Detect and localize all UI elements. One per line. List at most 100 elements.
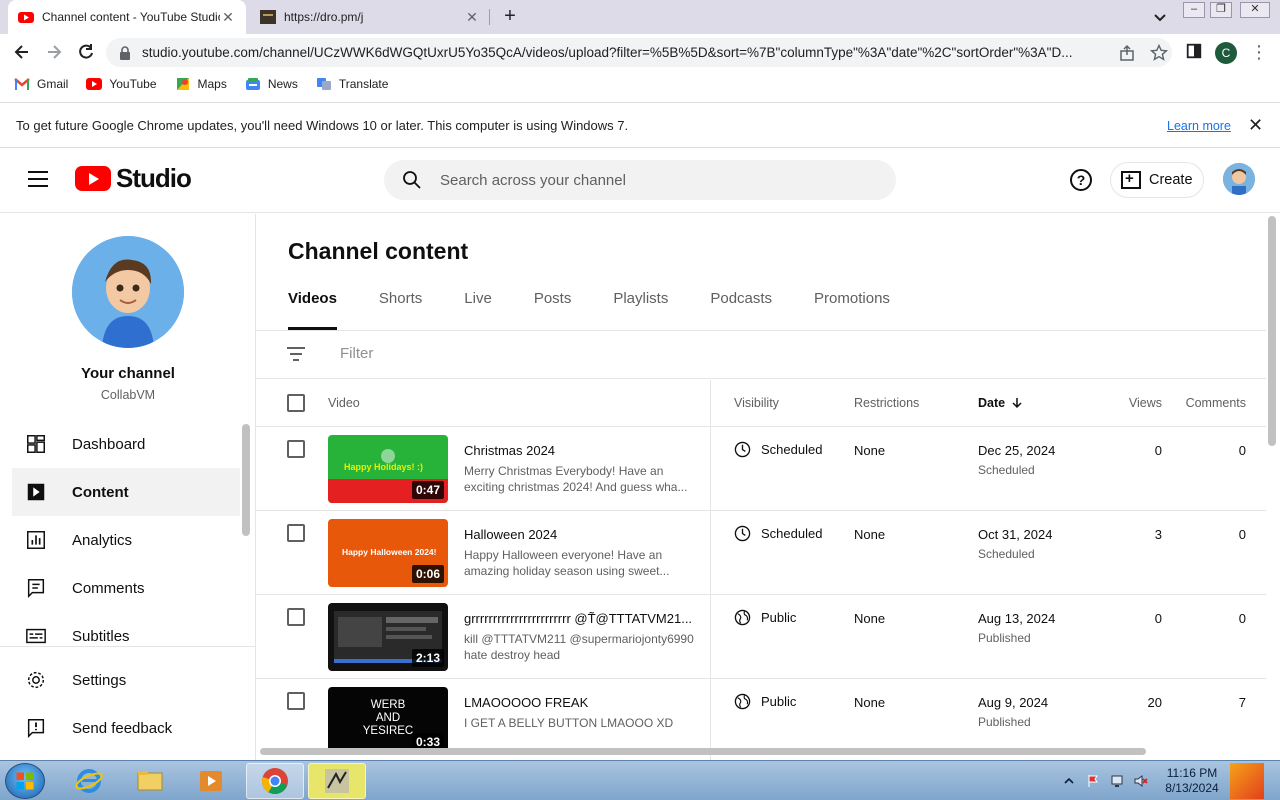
- bookmark-news[interactable]: News: [245, 77, 298, 91]
- visibility-cell[interactable]: Scheduled: [734, 525, 822, 542]
- views-cell: 0: [1154, 443, 1162, 458]
- column-visibility[interactable]: Visibility: [734, 380, 779, 426]
- learn-more-link[interactable]: Learn more: [1167, 119, 1231, 133]
- maximize-window-button[interactable]: ❐: [1210, 2, 1232, 18]
- feedback-icon: [24, 716, 48, 740]
- side-panel-icon[interactable]: [1184, 42, 1204, 62]
- sidebar-item-content[interactable]: Content: [12, 468, 240, 516]
- column-restrictions[interactable]: Restrictions: [854, 380, 919, 426]
- taskbar-clock[interactable]: 11:16 PM 8/13/2024: [1160, 766, 1224, 796]
- taskbar-media-player[interactable]: [182, 763, 240, 799]
- menu-icon[interactable]: [28, 171, 48, 187]
- filter-icon[interactable]: [287, 347, 305, 361]
- tab-search-chevron-icon[interactable]: [1150, 8, 1170, 26]
- restrictions-cell: None: [854, 443, 886, 458]
- search-input[interactable]: [440, 168, 860, 192]
- network-icon[interactable]: [1110, 774, 1124, 788]
- close-window-button[interactable]: ✕: [1240, 2, 1270, 18]
- browser-tabstrip: Channel content - YouTube Studio ✕ https…: [0, 0, 1280, 34]
- reload-icon[interactable]: [76, 42, 96, 62]
- select-all-checkbox[interactable]: [287, 394, 305, 412]
- video-thumbnail[interactable]: Happy Halloween 2024! 0:06: [328, 519, 448, 587]
- channel-search[interactable]: [384, 160, 896, 200]
- taskbar-app-window[interactable]: [308, 763, 366, 799]
- row-checkbox[interactable]: [287, 440, 305, 458]
- video-thumbnail[interactable]: WERB AND YESIREC 0:33: [328, 687, 448, 755]
- row-checkbox[interactable]: [287, 524, 305, 542]
- more-menu-icon[interactable]: ⋮: [1249, 42, 1269, 62]
- tab-playlists[interactable]: Playlists: [613, 290, 668, 330]
- channel-avatar[interactable]: [72, 236, 184, 348]
- video-thumbnail[interactable]: 2:13: [328, 603, 448, 671]
- video-duration: 0:06: [411, 565, 444, 583]
- visibility-cell[interactable]: Public: [734, 693, 796, 710]
- account-avatar[interactable]: [1223, 163, 1255, 195]
- sidebar-item-label: Content: [72, 483, 129, 501]
- volume-muted-icon[interactable]: [1134, 774, 1148, 788]
- content-vertical-scrollbar[interactable]: [1268, 216, 1276, 446]
- address-bar[interactable]: studio.youtube.com/channel/UCzWWK6dWGQtU…: [106, 38, 1172, 67]
- tab-youtube-studio[interactable]: Channel content - YouTube Studio ✕: [8, 0, 246, 34]
- tab-podcasts[interactable]: Podcasts: [710, 290, 772, 330]
- forward-arrow-icon[interactable]: [44, 42, 64, 62]
- content-horizontal-scrollbar[interactable]: [260, 748, 1146, 755]
- studio-logo-text[interactable]: Studio: [116, 163, 192, 194]
- taskbar-internet-explorer[interactable]: [60, 763, 118, 799]
- table-row[interactable]: Happy Halloween 2024! 0:06 Halloween 202…: [256, 511, 1266, 595]
- sidebar-scrollbar[interactable]: [242, 424, 250, 536]
- share-icon[interactable]: [1118, 44, 1136, 62]
- row-checkbox[interactable]: [287, 608, 305, 626]
- minimize-window-button[interactable]: –: [1183, 2, 1205, 18]
- tab-dro-pm[interactable]: https://dro.pm/j ✕: [250, 0, 490, 34]
- search-icon: [403, 171, 421, 189]
- video-title[interactable]: Christmas 2024: [464, 443, 694, 458]
- show-desktop-button[interactable]: [1230, 763, 1264, 799]
- sidebar-item-send-feedback[interactable]: Send feedback: [12, 704, 240, 752]
- tab-live[interactable]: Live: [464, 290, 492, 330]
- tab-shorts[interactable]: Shorts: [379, 290, 422, 330]
- video-thumbnail[interactable]: Happy Holidays! :) 0:47: [328, 435, 448, 503]
- tab-posts[interactable]: Posts: [534, 290, 572, 330]
- back-arrow-icon[interactable]: [12, 42, 32, 62]
- tab-close-icon[interactable]: ✕: [220, 9, 236, 26]
- create-button[interactable]: Create: [1110, 162, 1204, 198]
- profile-avatar[interactable]: C: [1215, 42, 1237, 64]
- bookmark-star-icon[interactable]: [1150, 43, 1168, 62]
- tab-promotions[interactable]: Promotions: [814, 290, 890, 330]
- table-row[interactable]: 2:13 grrrrrrrrrrrrrrrrrrrrrrr @T̃@TTTATV…: [256, 595, 1266, 679]
- page-title: Channel content: [288, 238, 469, 264]
- bookmark-youtube[interactable]: YouTube: [86, 77, 157, 91]
- visibility-cell[interactable]: Public: [734, 609, 796, 626]
- help-icon[interactable]: ?: [1070, 169, 1092, 191]
- filter-input[interactable]: [340, 345, 640, 362]
- visibility-label: Scheduled: [761, 442, 823, 457]
- bookmark-maps[interactable]: Maps: [175, 77, 227, 91]
- bookmark-translate[interactable]: Translate: [316, 77, 388, 91]
- visibility-cell[interactable]: Scheduled: [734, 441, 822, 458]
- table-row[interactable]: Happy Holidays! :) 0:47 Christmas 2024 M…: [256, 427, 1266, 511]
- action-center-flag-icon[interactable]: [1086, 774, 1100, 788]
- row-checkbox[interactable]: [287, 692, 305, 710]
- tab-videos[interactable]: Videos: [288, 290, 337, 330]
- new-tab-button[interactable]: +: [498, 5, 522, 29]
- tray-expand-icon[interactable]: [1062, 774, 1076, 788]
- video-title[interactable]: grrrrrrrrrrrrrrrrrrrrrrr @T̃@TTTATVM21..…: [464, 611, 694, 626]
- column-comments[interactable]: Comments: [1186, 380, 1246, 426]
- taskbar-chrome[interactable]: [246, 763, 304, 799]
- start-button[interactable]: [5, 763, 45, 799]
- sidebar-item-analytics[interactable]: Analytics: [12, 516, 240, 564]
- infobar-close-icon[interactable]: ✕: [1248, 115, 1263, 136]
- sidebar-item-subtitles[interactable]: Subtitles: [12, 612, 240, 660]
- column-views[interactable]: Views: [1106, 380, 1162, 426]
- video-title[interactable]: Halloween 2024: [464, 527, 694, 542]
- sidebar-item-settings[interactable]: Settings: [12, 656, 240, 704]
- column-date[interactable]: Date: [978, 380, 1023, 426]
- sidebar-item-comments[interactable]: Comments: [12, 564, 240, 612]
- tab-close-icon[interactable]: ✕: [464, 9, 480, 26]
- youtube-logo-icon[interactable]: [75, 166, 111, 191]
- video-title[interactable]: LMAOOOOO FREAK: [464, 695, 694, 710]
- sidebar-item-dashboard[interactable]: Dashboard: [12, 420, 240, 468]
- taskbar-file-explorer[interactable]: [121, 763, 179, 799]
- date-status: Published: [978, 631, 1031, 645]
- bookmark-gmail[interactable]: Gmail: [14, 77, 68, 91]
